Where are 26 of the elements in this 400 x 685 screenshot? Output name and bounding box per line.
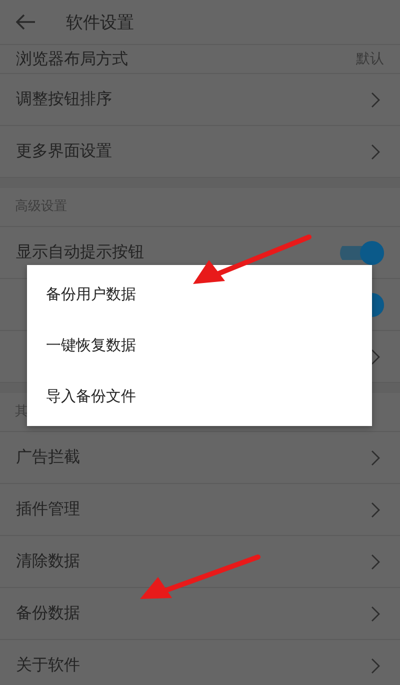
chevron-icon bbox=[371, 450, 380, 466]
chevron-icon bbox=[371, 658, 380, 674]
row-label: 清除数据 bbox=[16, 551, 81, 572]
screen-title: 软件设置 bbox=[66, 12, 134, 34]
row-label: 插件管理 bbox=[16, 499, 81, 520]
settings-row[interactable]: 调整按钮排序 bbox=[0, 74, 400, 126]
chevron-icon bbox=[371, 144, 380, 160]
row-label: 备份数据 bbox=[16, 603, 81, 624]
chevron-icon bbox=[371, 606, 380, 622]
row-label: 调整按钮排序 bbox=[16, 89, 113, 110]
row-label: 显示自动提示按钮 bbox=[16, 242, 145, 263]
row-label: 更多界面设置 bbox=[16, 141, 113, 162]
row-label: 广告拦截 bbox=[16, 447, 81, 468]
chevron-icon bbox=[371, 348, 380, 364]
toggle-switch[interactable] bbox=[340, 240, 384, 264]
settings-row[interactable]: 关于软件 bbox=[0, 640, 400, 685]
row-label: 关于软件 bbox=[16, 655, 81, 676]
back-icon[interactable] bbox=[16, 14, 36, 30]
settings-row[interactable]: 插件管理 bbox=[0, 484, 400, 536]
settings-row[interactable]: 广告拦截 bbox=[0, 432, 400, 484]
settings-row[interactable]: 更多界面设置 bbox=[0, 126, 400, 178]
chevron-icon bbox=[371, 554, 380, 570]
chevron-icon bbox=[371, 502, 380, 518]
row-label: 浏览器布局方式 bbox=[16, 48, 129, 70]
menu-item[interactable]: 一键恢复数据 bbox=[27, 320, 372, 371]
chevron-icon bbox=[371, 92, 380, 108]
